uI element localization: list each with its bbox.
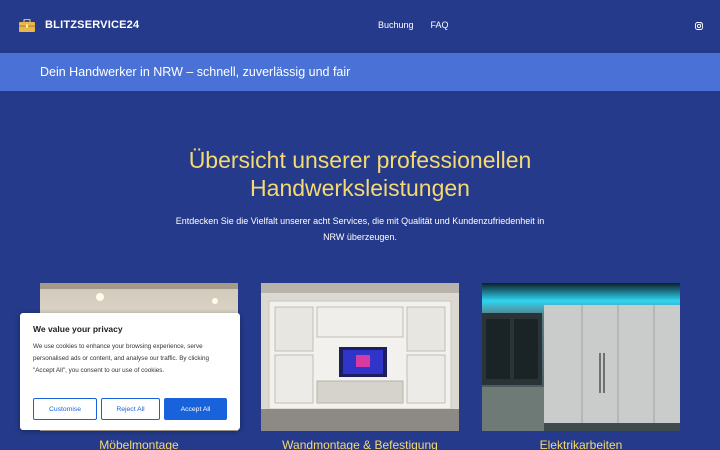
tagline-text: Dein Handwerker in NRW – schnell, zuverl… <box>40 65 351 79</box>
instagram-icon[interactable] <box>695 22 703 30</box>
toolbox-icon[interactable] <box>19 19 35 32</box>
page-title-line-1: Übersicht unserer professionellen <box>188 147 532 173</box>
service-image-wandmontage[interactable] <box>261 283 459 431</box>
accept-all-button[interactable]: Accept All <box>164 398 227 420</box>
main-nav: Buchung FAQ <box>378 20 449 30</box>
customise-button[interactable]: Customise <box>33 398 97 420</box>
led-room-photo <box>482 283 680 431</box>
cookie-text: We use cookies to enhance your browsing … <box>33 343 209 374</box>
cookie-title: We value your privacy <box>33 324 123 334</box>
tagline-banner: Dein Handwerker in NRW – schnell, zuverl… <box>0 53 720 91</box>
nav-link-buchung[interactable]: Buchung <box>378 20 414 30</box>
page-subtitle: Entdecken Sie die Vielfalt unserer acht … <box>165 213 555 245</box>
reject-all-button[interactable]: Reject All <box>101 398 160 420</box>
service-title-wandmontage[interactable]: Wandmontage & Befestigung <box>261 438 459 450</box>
nav-link-faq[interactable]: FAQ <box>431 20 449 30</box>
page-title: Übersicht unserer professionellen Handwe… <box>0 146 720 202</box>
site-header: BLITZSERVICE24 Buchung FAQ <box>0 0 720 53</box>
page-subtitle-line-2: NRW überzeugen. <box>323 232 397 242</box>
service-title-elektrikarbeiten[interactable]: Elektrikarbeiten <box>482 438 680 450</box>
page-title-line-2: Handwerksleistungen <box>250 175 470 201</box>
tv-wall-photo <box>261 283 459 431</box>
service-title-moebelmontage[interactable]: Möbelmontage <box>40 438 238 450</box>
service-image-elektrikarbeiten[interactable] <box>482 283 680 431</box>
page-subtitle-line-1: Entdecken Sie die Vielfalt unserer acht … <box>175 216 545 226</box>
cookie-consent-dialog: We value your privacy We use cookies to … <box>20 313 240 430</box>
brand-name[interactable]: BLITZSERVICE24 <box>45 19 139 31</box>
